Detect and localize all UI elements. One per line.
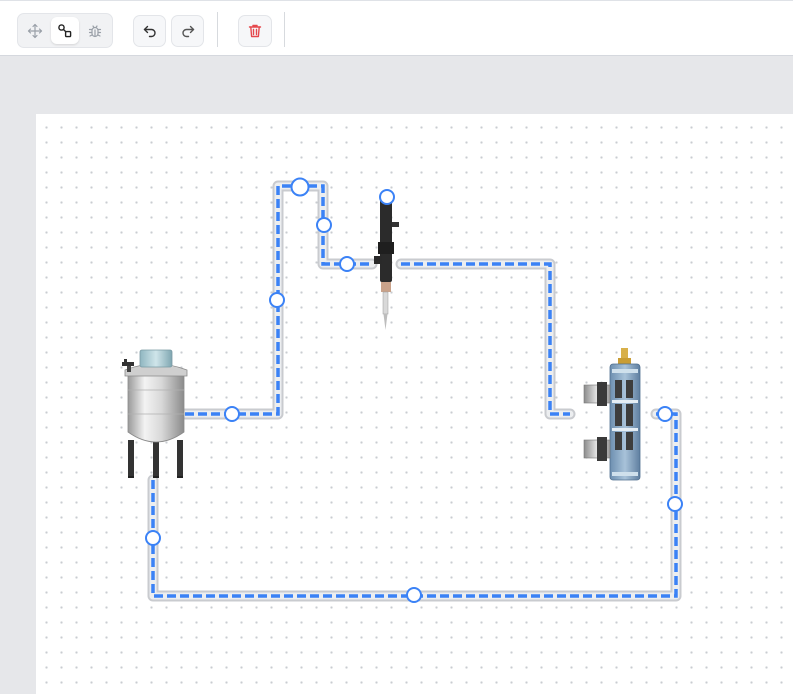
pipe-handle[interactable] [406, 587, 422, 603]
ultrasonic-probe[interactable] [374, 198, 399, 330]
pipe-handle[interactable] [657, 406, 673, 422]
pipe-handle[interactable] [339, 256, 355, 272]
heat-exchanger[interactable] [583, 348, 641, 481]
process-diagram [122, 177, 683, 603]
mixing-tank[interactable] [122, 349, 188, 478]
pipe-handle[interactable] [145, 530, 161, 546]
pipe-handle[interactable] [269, 292, 285, 308]
pipe-handle[interactable] [290, 177, 310, 197]
pipe-handle[interactable] [224, 406, 240, 422]
pipe-handle[interactable] [667, 496, 683, 512]
pipe-handle[interactable] [316, 217, 332, 233]
pipe-probe-to-exchanger[interactable] [395, 258, 576, 420]
pipe-handle[interactable] [379, 189, 395, 205]
